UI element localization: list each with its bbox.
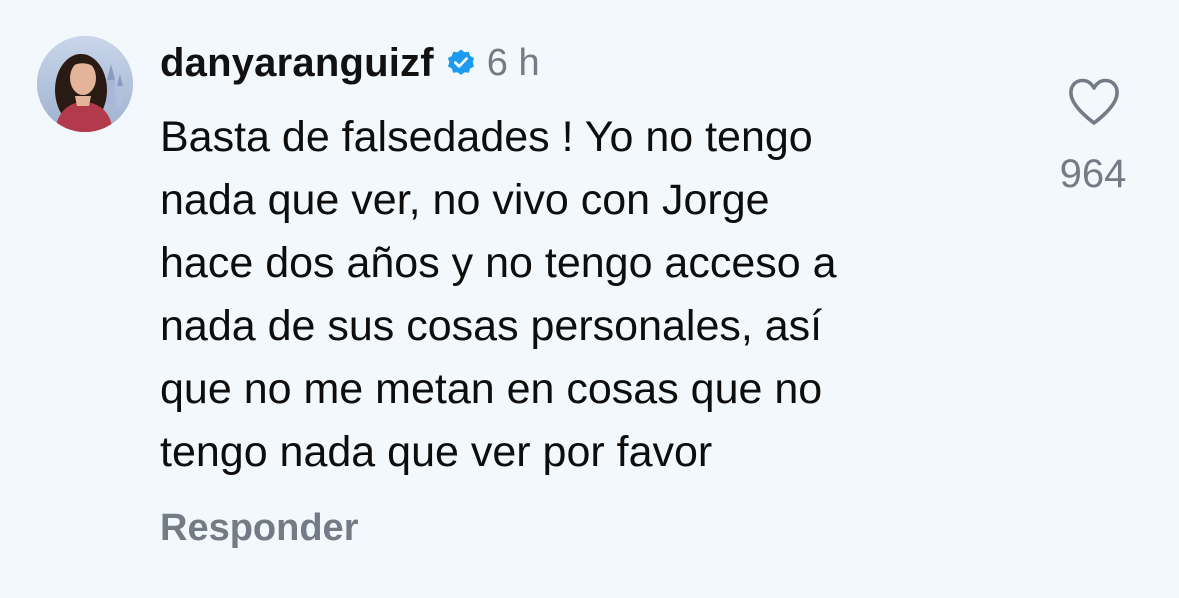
- verified-badge-icon: [446, 48, 476, 78]
- comment-text-line: nada de sus cosas personales, así: [160, 302, 823, 350]
- comment-item: danyaranguizf 6 h Basta de falsedades ! …: [0, 0, 1179, 598]
- comment-text-line: tengo nada que ver por favor: [160, 428, 713, 476]
- comment-text-line: hace dos años y no tengo acceso a: [160, 239, 837, 287]
- avatar-photo-icon: [37, 36, 133, 132]
- heart-outline-icon: [1069, 78, 1119, 125]
- comment-text-line: que no me metan en cosas que no: [160, 365, 823, 413]
- comment-header: danyaranguizf 6 h: [160, 38, 540, 88]
- avatar[interactable]: [37, 36, 133, 132]
- comment-text-line: Basta de falsedades ! Yo no tengo: [160, 113, 813, 161]
- comment-text-line: nada que ver, no vivo con Jorge: [160, 176, 770, 224]
- reply-button[interactable]: Responder: [160, 507, 358, 550]
- like-count: 964: [1059, 152, 1127, 196]
- like-button[interactable]: [1066, 76, 1122, 128]
- timestamp: 6 h: [486, 41, 540, 84]
- username[interactable]: danyaranguizf: [160, 41, 434, 86]
- comment-text: Basta de falsedades ! Yo no tengo nada q…: [160, 106, 1040, 484]
